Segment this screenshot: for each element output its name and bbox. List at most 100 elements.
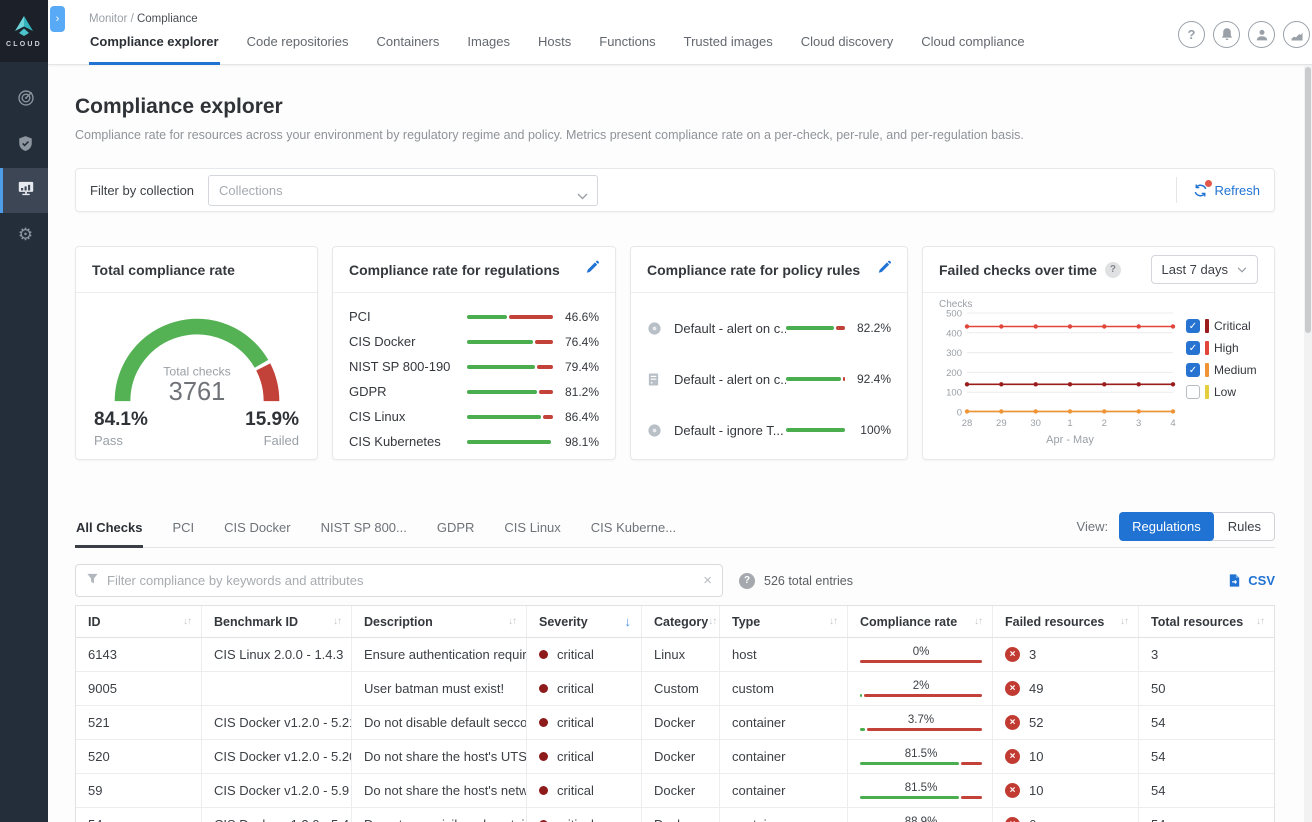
tab-trusted-images[interactable]: Trusted images <box>683 28 774 65</box>
compliance-filter-input[interactable] <box>107 573 695 588</box>
cell-type: custom <box>719 672 847 705</box>
question-icon[interactable]: ? <box>739 573 755 589</box>
page-scrollbar[interactable] <box>1304 65 1312 822</box>
regulation-row-pci[interactable]: PCI46.6% <box>349 304 599 329</box>
question-icon[interactable]: ? <box>1105 262 1121 278</box>
column-header-benchmark-id[interactable]: Benchmark ID↓↑ <box>201 606 351 637</box>
legend-checkbox-low[interactable] <box>1186 385 1200 399</box>
sort-desc-icon[interactable]: ↓ <box>625 614 632 629</box>
clear-filter-icon[interactable]: × <box>703 573 712 588</box>
app-logo[interactable]: CLOUD <box>0 0 48 62</box>
sort-icon[interactable]: ↓↑ <box>829 616 837 627</box>
sort-icon[interactable]: ↓↑ <box>333 616 341 627</box>
csv-export-button[interactable]: CSV <box>1227 573 1275 588</box>
sort-icon[interactable]: ↓↑ <box>508 616 516 627</box>
regulation-row-nist-sp-800-190[interactable]: NIST SP 800-19079.4% <box>349 354 599 379</box>
regulation-row-cis-kubernetes[interactable]: CIS Kubernetes98.1% <box>349 429 599 454</box>
tab-cloud-discovery[interactable]: Cloud discovery <box>800 28 895 65</box>
section-tab-all-checks[interactable]: All Checks <box>75 520 143 548</box>
column-header-failed-resources[interactable]: Failed resources↓↑ <box>992 606 1138 637</box>
column-header-total-resources[interactable]: Total resources ↓↑ <box>1138 606 1274 637</box>
regulation-row-cis-docker[interactable]: CIS Docker76.4% <box>349 329 599 354</box>
cell-benchmark-id: CIS Linux 2.0.0 - 1.4.3 <box>201 638 351 671</box>
legend-swatch <box>1205 341 1209 355</box>
column-header-severity[interactable]: Severity↓ <box>526 606 641 637</box>
svg-text:3: 3 <box>1136 418 1141 429</box>
policy-rule-label: Default - alert on c... <box>674 372 786 387</box>
section-tab-gdpr[interactable]: GDPR <box>436 520 476 548</box>
sidebar-expand-button[interactable]: › <box>50 6 65 32</box>
section-tab-nist-sp-800[interactable]: NIST SP 800... <box>320 520 408 548</box>
failed-count: 10 <box>1029 749 1043 764</box>
view-option-regulations[interactable]: Regulations <box>1119 512 1214 541</box>
policy-rule-row-3[interactable]: Default - ignore T...100% <box>647 415 891 445</box>
user-icon[interactable] <box>1248 21 1275 48</box>
refresh-button[interactable]: Refresh <box>1193 183 1260 198</box>
sort-icon[interactable]: ↓↑ <box>183 616 191 627</box>
column-header-category[interactable]: Category↓↑ <box>641 606 719 637</box>
sort-icon[interactable]: ↓↑ <box>1120 616 1128 627</box>
sidebar-item-radar[interactable] <box>0 78 48 123</box>
tab-code-repositories[interactable]: Code repositories <box>246 28 350 65</box>
legend-checkbox-medium[interactable]: ✓ <box>1186 363 1200 377</box>
column-label: Total resources <box>1151 615 1243 629</box>
tab-compliance-explorer[interactable]: Compliance explorer <box>89 28 220 65</box>
scrollbar-thumb[interactable] <box>1305 67 1311 333</box>
topbar: Monitor / Compliance Compliance explorer… <box>48 0 1312 65</box>
policy-rule-row-2[interactable]: Default - alert on c...92.4% <box>647 364 891 394</box>
collections-input[interactable] <box>208 175 598 206</box>
sort-icon[interactable]: ↓↑ <box>708 616 716 627</box>
sidebar-item-gear[interactable]: ⚙ <box>0 213 48 258</box>
regulation-row-gdpr[interactable]: GDPR81.2% <box>349 379 599 404</box>
column-header-compliance-rate[interactable]: Compliance rate↓↑ <box>847 606 992 637</box>
sidebar-item-monitor[interactable] <box>0 168 48 213</box>
tab-images[interactable]: Images <box>466 28 511 65</box>
view-option-rules[interactable]: Rules <box>1211 512 1275 541</box>
sidebar-item-shield[interactable] <box>0 123 48 168</box>
bell-icon[interactable] <box>1213 21 1240 48</box>
sort-icon[interactable]: ↓↑ <box>974 616 982 627</box>
legend-checkbox-high[interactable]: ✓ <box>1186 341 1200 355</box>
section-tabs-row: All Checks PCI CIS Docker NIST SP 800... GDP… <box>75 512 1275 548</box>
tab-containers[interactable]: Containers <box>376 28 441 65</box>
table-row-9005[interactable]: 9005User batman must exist!criticalCusto… <box>76 672 1274 706</box>
section-tab-cis-kuberne[interactable]: CIS Kuberne... <box>590 520 677 548</box>
table-row-520[interactable]: 520CIS Docker v1.2.0 - 5.20Do not share … <box>76 740 1274 774</box>
section-tab-cis-linux[interactable]: CIS Linux <box>503 520 561 548</box>
legend-checkbox-critical[interactable]: ✓ <box>1186 319 1200 333</box>
sort-icon[interactable]: ↓↑ <box>1256 616 1264 627</box>
table-row-59[interactable]: 59CIS Docker v1.2.0 - 5.9Do not share th… <box>76 774 1274 808</box>
stats-icon[interactable] <box>1283 21 1310 48</box>
regulations-card: Compliance rate for regulations PCI46.6%… <box>332 246 616 460</box>
refresh-label: Refresh <box>1214 183 1260 198</box>
section-tab-cis-docker[interactable]: CIS Docker <box>223 520 291 548</box>
help-icon[interactable]: ? <box>1178 21 1205 48</box>
total-compliance-title: Total compliance rate <box>92 262 235 278</box>
breadcrumb-current: Compliance <box>137 13 198 25</box>
column-header-type[interactable]: Type↓↑ <box>719 606 847 637</box>
table-row-6143[interactable]: 6143CIS Linux 2.0.0 - 1.4.3Ensure authen… <box>76 638 1274 672</box>
edit-pencil-icon[interactable] <box>877 260 891 279</box>
svg-text:1: 1 <box>1067 418 1072 429</box>
regulation-row-cis-linux[interactable]: CIS Linux86.4% <box>349 404 599 429</box>
failed-count: 6 <box>1029 817 1036 822</box>
table-row-521[interactable]: 521CIS Docker v1.2.0 - 5.21Do not disabl… <box>76 706 1274 740</box>
compliance-filter-box[interactable]: × <box>75 564 723 597</box>
tab-functions[interactable]: Functions <box>598 28 656 65</box>
regulation-rate: 79.4% <box>553 360 599 374</box>
svg-text:300: 300 <box>946 348 962 359</box>
tab-cloud-compliance[interactable]: Cloud compliance <box>920 28 1025 65</box>
column-header-id[interactable]: ID↓↑ <box>76 606 201 637</box>
collections-select[interactable] <box>208 175 598 206</box>
policy-rule-row-1[interactable]: Default - alert on c...82.2% <box>647 313 891 343</box>
compliance-mini-bar <box>467 315 553 319</box>
edit-pencil-icon[interactable] <box>585 260 599 279</box>
legend-item-critical: ✓Critical <box>1186 319 1270 333</box>
time-range-select[interactable]: Last 7 days <box>1151 255 1259 284</box>
tab-hosts[interactable]: Hosts <box>537 28 572 65</box>
section-tab-pci[interactable]: PCI <box>171 520 195 548</box>
csv-label: CSV <box>1248 573 1275 588</box>
table-row-54[interactable]: 54CIS Docker v1.2.0 - 5.4Do not use priv… <box>76 808 1274 822</box>
column-header-description[interactable]: Description↓↑ <box>351 606 526 637</box>
breadcrumb-section[interactable]: Monitor <box>89 13 127 25</box>
